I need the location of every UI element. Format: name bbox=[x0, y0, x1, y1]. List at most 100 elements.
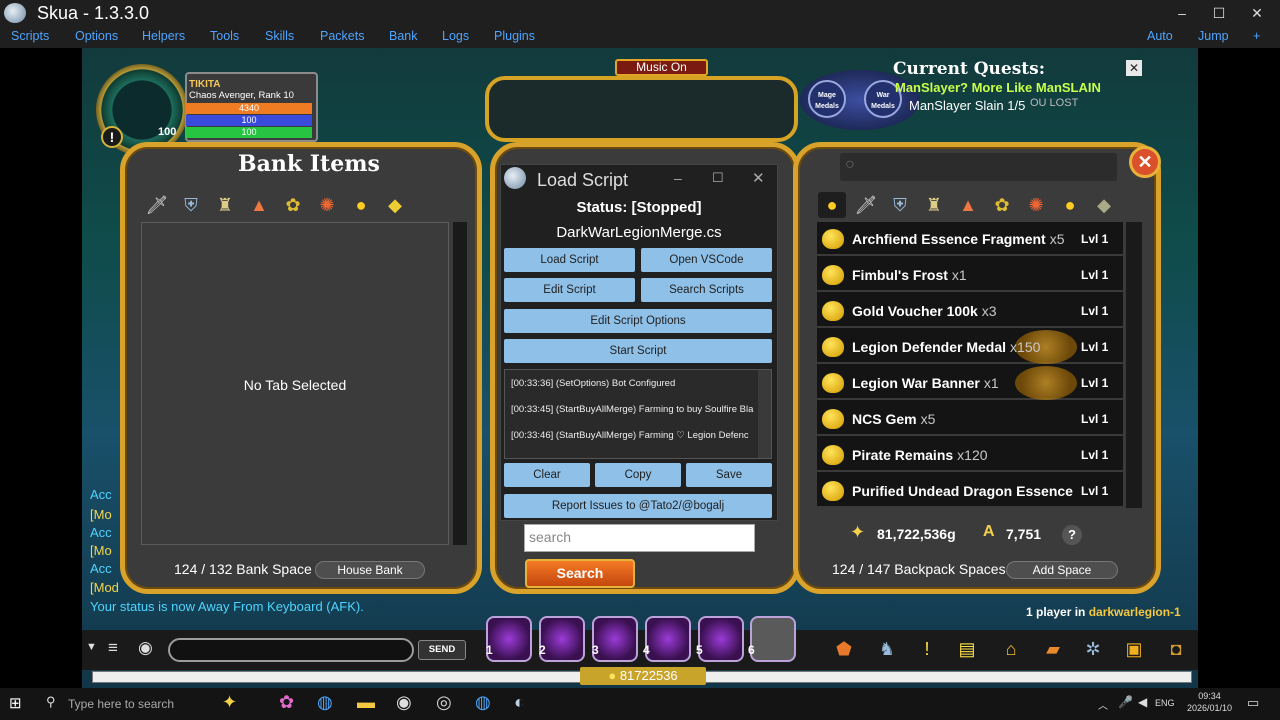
list-item[interactable]: Purified Undead Dragon Essence Lvl 1 bbox=[817, 474, 1123, 508]
menu-auto[interactable]: Auto bbox=[1147, 29, 1173, 43]
backpack-close-icon[interactable]: ✕ bbox=[1129, 146, 1161, 178]
quest-title[interactable]: ManSlayer? More Like ManSLAIN bbox=[895, 80, 1101, 95]
maximize-button[interactable]: ☐ bbox=[1208, 3, 1230, 23]
menu-bank[interactable]: Bank bbox=[389, 29, 418, 43]
mic-icon[interactable]: 🎤 bbox=[1118, 695, 1133, 709]
chat-bubble-icon[interactable]: ◉ bbox=[138, 638, 153, 658]
list-item[interactable]: Legion Defender Medal x150 Lvl 1 bbox=[817, 330, 1123, 364]
help-icon[interactable]: ? bbox=[1062, 525, 1082, 545]
house-tab-icon[interactable]: ◆ bbox=[381, 192, 409, 218]
save-log-button[interactable]: Save bbox=[686, 463, 772, 487]
edit-script-button[interactable]: Edit Script bbox=[504, 278, 635, 302]
skill-slot-4[interactable] bbox=[645, 616, 691, 662]
quest-icon[interactable]: ! bbox=[912, 634, 942, 664]
menu-plugins[interactable]: Plugins bbox=[494, 29, 535, 43]
chat-dropdown-icon[interactable]: ▼ bbox=[86, 641, 97, 653]
weapon-tab-icon[interactable]: 🗡 bbox=[852, 192, 880, 218]
house-tab-icon[interactable]: ◆ bbox=[1090, 192, 1118, 218]
list-item[interactable]: Legion War Banner x1 Lvl 1 bbox=[817, 366, 1123, 400]
warning-icon[interactable]: ! bbox=[101, 126, 123, 148]
app-icon[interactable]: ◉ bbox=[396, 692, 412, 713]
list-item[interactable]: Pirate Remains x120 Lvl 1 bbox=[817, 438, 1123, 472]
language-indicator[interactable]: ENG bbox=[1155, 698, 1175, 708]
items-tab-icon[interactable]: ● bbox=[347, 192, 375, 218]
dialog-close-button[interactable]: ✕ bbox=[752, 169, 765, 187]
script-log[interactable]: [00:33:36] (SetOptions) Bot Configured [… bbox=[504, 369, 772, 459]
menu-skills[interactable]: Skills bbox=[265, 29, 294, 43]
cape-tab-icon[interactable]: ▲ bbox=[954, 192, 982, 218]
quest-close-icon[interactable]: ✕ bbox=[1126, 60, 1142, 76]
book-icon[interactable]: ▰ bbox=[1038, 634, 1068, 664]
menu-helpers[interactable]: Helpers bbox=[142, 29, 185, 43]
menu-jump[interactable]: Jump bbox=[1198, 29, 1229, 43]
chat-input[interactable] bbox=[168, 638, 414, 662]
list-item[interactable]: Fimbul's Frost x1 Lvl 1 bbox=[817, 258, 1123, 292]
skill-slot-5[interactable] bbox=[698, 616, 744, 662]
all-tab-icon[interactable]: ● bbox=[818, 192, 846, 218]
skill-slot-6[interactable] bbox=[750, 616, 796, 662]
bank-scrollbar[interactable] bbox=[453, 222, 467, 545]
weapon-tab-icon[interactable]: 🗡 bbox=[143, 192, 171, 218]
house-icon[interactable]: ⌂ bbox=[996, 634, 1026, 664]
close-button[interactable]: ✕ bbox=[1246, 3, 1268, 23]
copilot-icon[interactable]: ✿ bbox=[279, 692, 294, 713]
list-item[interactable]: Archfiend Essence Fragment x5 Lvl 1 bbox=[817, 222, 1123, 256]
app-icon[interactable]: ◎ bbox=[436, 692, 452, 713]
clear-log-button[interactable]: Clear bbox=[504, 463, 590, 487]
menu-add[interactable]: + bbox=[1253, 29, 1260, 43]
items-tab-icon[interactable]: ● bbox=[1056, 192, 1084, 218]
menu-icon[interactable]: ≡ bbox=[108, 638, 118, 658]
menu-logs[interactable]: Logs bbox=[442, 29, 469, 43]
menu-scripts[interactable]: Scripts bbox=[11, 29, 49, 43]
armor-tab-icon[interactable]: ⛨ bbox=[886, 192, 914, 218]
speaker-icon[interactable]: ◀ bbox=[1138, 695, 1147, 709]
chrome-icon[interactable]: ◍ bbox=[317, 692, 333, 713]
backpack-item-list[interactable]: Archfiend Essence Fragment x5 Lvl 1 Fimbul… bbox=[817, 222, 1123, 508]
armor-tab-icon[interactable]: ⛨ bbox=[177, 192, 205, 218]
log-scrollbar[interactable] bbox=[758, 370, 771, 458]
house-bank-button[interactable]: House Bank bbox=[315, 561, 425, 579]
open-vscode-button[interactable]: Open VSCode bbox=[641, 248, 772, 272]
dialog-minimize-button[interactable]: – bbox=[674, 170, 682, 186]
helm-tab-icon[interactable]: ♜ bbox=[920, 192, 948, 218]
helm-tab-icon[interactable]: ♜ bbox=[211, 192, 239, 218]
edit-script-options-button[interactable]: Edit Script Options bbox=[504, 309, 772, 333]
backpack-search-input[interactable] bbox=[840, 153, 1117, 181]
start-script-button[interactable]: Start Script bbox=[504, 339, 772, 363]
list-item[interactable]: Gold Voucher 100k x3 Lvl 1 bbox=[817, 294, 1123, 328]
taskbar-search-input[interactable]: Type here to search bbox=[40, 692, 300, 716]
character-icon[interactable]: ♞ bbox=[872, 634, 902, 664]
dialog-maximize-button[interactable]: ☐ bbox=[712, 170, 724, 186]
pet-tab-icon[interactable]: ✿ bbox=[279, 192, 307, 218]
copy-log-button[interactable]: Copy bbox=[595, 463, 681, 487]
skua-taskbar-icon[interactable]: ◐ bbox=[514, 692, 525, 713]
pet-tab-icon[interactable]: ✿ bbox=[988, 192, 1016, 218]
mage-medals-icon[interactable]: Mage Medals bbox=[808, 80, 846, 118]
backpack-scrollbar[interactable] bbox=[1126, 222, 1142, 508]
menu-packets[interactable]: Packets bbox=[320, 29, 364, 43]
minimize-button[interactable]: – bbox=[1171, 3, 1193, 23]
add-space-button[interactable]: Add Space bbox=[1006, 561, 1118, 579]
search-input[interactable]: search bbox=[524, 524, 755, 552]
sparkle-icon[interactable]: ✦ bbox=[222, 692, 237, 713]
menu-options[interactable]: Options bbox=[75, 29, 118, 43]
misc-tab-icon[interactable]: ✺ bbox=[1022, 192, 1050, 218]
list-item[interactable]: NCS Gem x5 Lvl 1 bbox=[817, 402, 1123, 436]
file-explorer-icon[interactable]: ▬ bbox=[357, 692, 375, 713]
map-icon[interactable]: ▤ bbox=[952, 634, 982, 664]
tray-chevron-icon[interactable]: ︿ bbox=[1098, 697, 1108, 712]
search-scripts-button[interactable]: Search Scripts bbox=[641, 278, 772, 302]
shield-icon[interactable]: ⬟ bbox=[829, 634, 859, 664]
windows-start-icon[interactable]: ⊞ bbox=[9, 694, 22, 712]
load-script-button[interactable]: Load Script bbox=[504, 248, 635, 272]
notification-icon[interactable]: ▭ bbox=[1247, 695, 1259, 711]
taskbar-clock[interactable]: 09:34 2026/01/10 bbox=[1187, 690, 1232, 714]
music-toggle-button[interactable]: Music On bbox=[615, 59, 708, 76]
report-issues-button[interactable]: Report Issues to @Tato2/@bogalj bbox=[504, 494, 772, 518]
bag-icon[interactable]: ▣ bbox=[1119, 634, 1149, 664]
search-button[interactable]: Search bbox=[525, 559, 635, 588]
chest-icon[interactable]: ◘ bbox=[1161, 634, 1191, 664]
cape-tab-icon[interactable]: ▲ bbox=[245, 192, 273, 218]
misc-tab-icon[interactable]: ✺ bbox=[313, 192, 341, 218]
menu-tools[interactable]: Tools bbox=[210, 29, 239, 43]
